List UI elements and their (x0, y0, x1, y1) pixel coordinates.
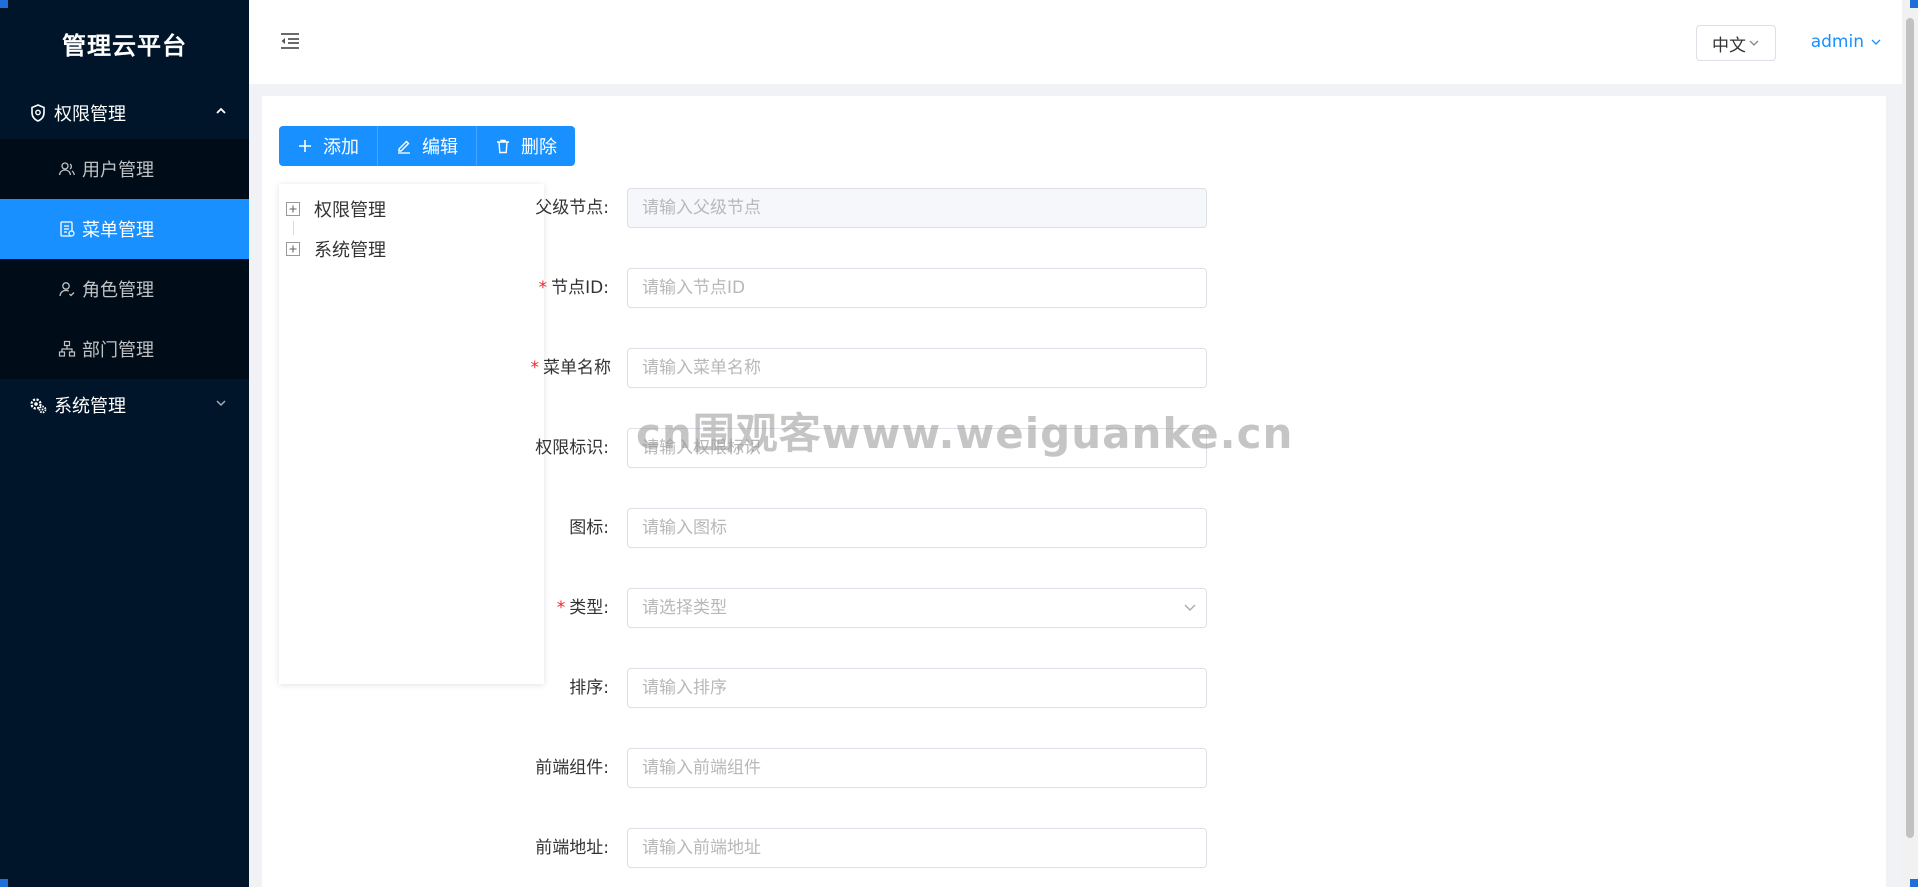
type-select[interactable] (627, 588, 1207, 628)
parent-node-input[interactable] (627, 188, 1207, 228)
component-input[interactable] (627, 748, 1207, 788)
type-label-text: 类型: (569, 598, 609, 618)
sidebar-item-label: 菜单管理 (82, 220, 154, 241)
form-row-parent-node: 父级节点: (283, 188, 1207, 228)
corner-marker (0, 0, 8, 8)
sidebar-group-system[interactable]: 系统管理 (0, 379, 249, 431)
parent-node-label-text: 父级节点: (535, 198, 609, 218)
corner-marker (1910, 879, 1918, 887)
sidebar-submenu-permission: 用户管理 菜单管理 角色管理 部门管理 (0, 139, 249, 379)
form-row-menu-name: * 菜单名称 (283, 348, 1207, 388)
path-label: 前端地址: (535, 828, 609, 868)
edit-button[interactable]: 编辑 (378, 126, 477, 166)
node-id-label-text: 节点ID: (551, 278, 609, 298)
scrollbar[interactable] (1902, 0, 1918, 887)
required-mark: * (556, 598, 566, 618)
parent-node-label: 父级节点: (535, 188, 609, 228)
toolbar: 添加 编辑 删除 (279, 126, 575, 166)
corner-marker (0, 879, 8, 887)
sidebar-item-menus[interactable]: 菜单管理 (0, 199, 249, 259)
gears-icon (30, 398, 47, 414)
sidebar-item-label: 部门管理 (82, 340, 154, 361)
required-mark: * (538, 278, 548, 298)
sort-label: 排序: (569, 668, 609, 708)
user-dropdown[interactable]: admin (1811, 32, 1882, 52)
tree-node[interactable]: 系统管理 (286, 236, 386, 262)
sidebar-item-label: 角色管理 (82, 280, 154, 301)
delete-button[interactable]: 删除 (477, 126, 575, 166)
chevron-up-icon (216, 107, 226, 114)
form-row-path: 前端地址: (283, 828, 1207, 868)
sidebar-item-roles[interactable]: 角色管理 (0, 259, 249, 319)
org-icon (58, 340, 76, 357)
menu-name-label-text: 菜单名称 (543, 358, 611, 378)
form-row-icon: 图标: (283, 508, 1207, 548)
type-label: * 类型: (557, 588, 609, 628)
add-button[interactable]: 添加 (279, 126, 378, 166)
app-logo-title: 管理云平台 (62, 32, 187, 60)
node-id-input[interactable] (627, 268, 1207, 308)
add-button-label: 添加 (323, 137, 359, 158)
shield-icon (31, 104, 45, 122)
icon-label-text: 图标: (569, 518, 609, 538)
scrollbar-thumb[interactable] (1906, 18, 1914, 838)
icon-input[interactable] (627, 508, 1207, 548)
menu-name-input[interactable] (627, 348, 1207, 388)
sidebar-group-label: 权限管理 (54, 104, 126, 125)
user-icon (58, 162, 75, 176)
sort-label-text: 排序: (569, 678, 609, 698)
icon-label: 图标: (569, 508, 609, 548)
expand-icon[interactable] (286, 242, 300, 256)
permission-input[interactable] (627, 428, 1207, 468)
corner-marker (1910, 0, 1918, 8)
permission-label: 权限标识: (535, 428, 609, 468)
required-mark: * (530, 358, 540, 378)
chevron-down-icon (1871, 39, 1881, 45)
component-label-text: 前端组件: (535, 758, 609, 778)
collapse-menu-icon[interactable] (279, 31, 301, 51)
language-value: 中文 (1712, 35, 1746, 56)
chevron-down-icon (1184, 604, 1196, 611)
form-row-node-id: * 节点ID: (283, 268, 1207, 308)
permission-label-text: 权限标识: (535, 438, 609, 458)
form-row-sort: 排序: (283, 668, 1207, 708)
path-input[interactable] (627, 828, 1207, 868)
menu-name-label: * 菜单名称 (531, 348, 612, 388)
sidebar-group-label: 系统管理 (54, 396, 126, 417)
path-label-text: 前端地址: (535, 838, 609, 858)
chevron-down-icon (216, 400, 226, 407)
component-label: 前端组件: (535, 748, 609, 788)
sidebar-item-departments[interactable]: 部门管理 (0, 319, 249, 379)
sort-input[interactable] (627, 668, 1207, 708)
trash-icon (497, 139, 509, 154)
menu-doc-icon (60, 221, 75, 237)
form-row-permission: 权限标识: (283, 428, 1207, 468)
chevron-down-icon (1749, 40, 1759, 46)
edit-icon (398, 140, 410, 154)
role-icon (59, 282, 75, 297)
sidebar: 管理云平台 权限管理 用户管理 菜单管理 角色管理 部门管理 系统管理 (0, 0, 249, 887)
edit-button-label: 编辑 (422, 137, 458, 158)
sidebar-group-permission[interactable]: 权限管理 (0, 87, 249, 139)
delete-button-label: 删除 (521, 137, 557, 158)
form-row-component: 前端组件: (283, 748, 1207, 788)
sidebar-item-label: 用户管理 (82, 160, 154, 181)
language-select[interactable]: 中文 (1696, 25, 1776, 61)
plus-icon (299, 140, 311, 152)
top-header: 中文 admin (249, 0, 1918, 84)
node-id-label: * 节点ID: (539, 268, 609, 308)
sidebar-item-users[interactable]: 用户管理 (0, 139, 249, 199)
form-row-type: * 类型: (283, 588, 1207, 628)
tree-node-label: 系统管理 (314, 240, 386, 261)
username: admin (1810, 32, 1864, 52)
